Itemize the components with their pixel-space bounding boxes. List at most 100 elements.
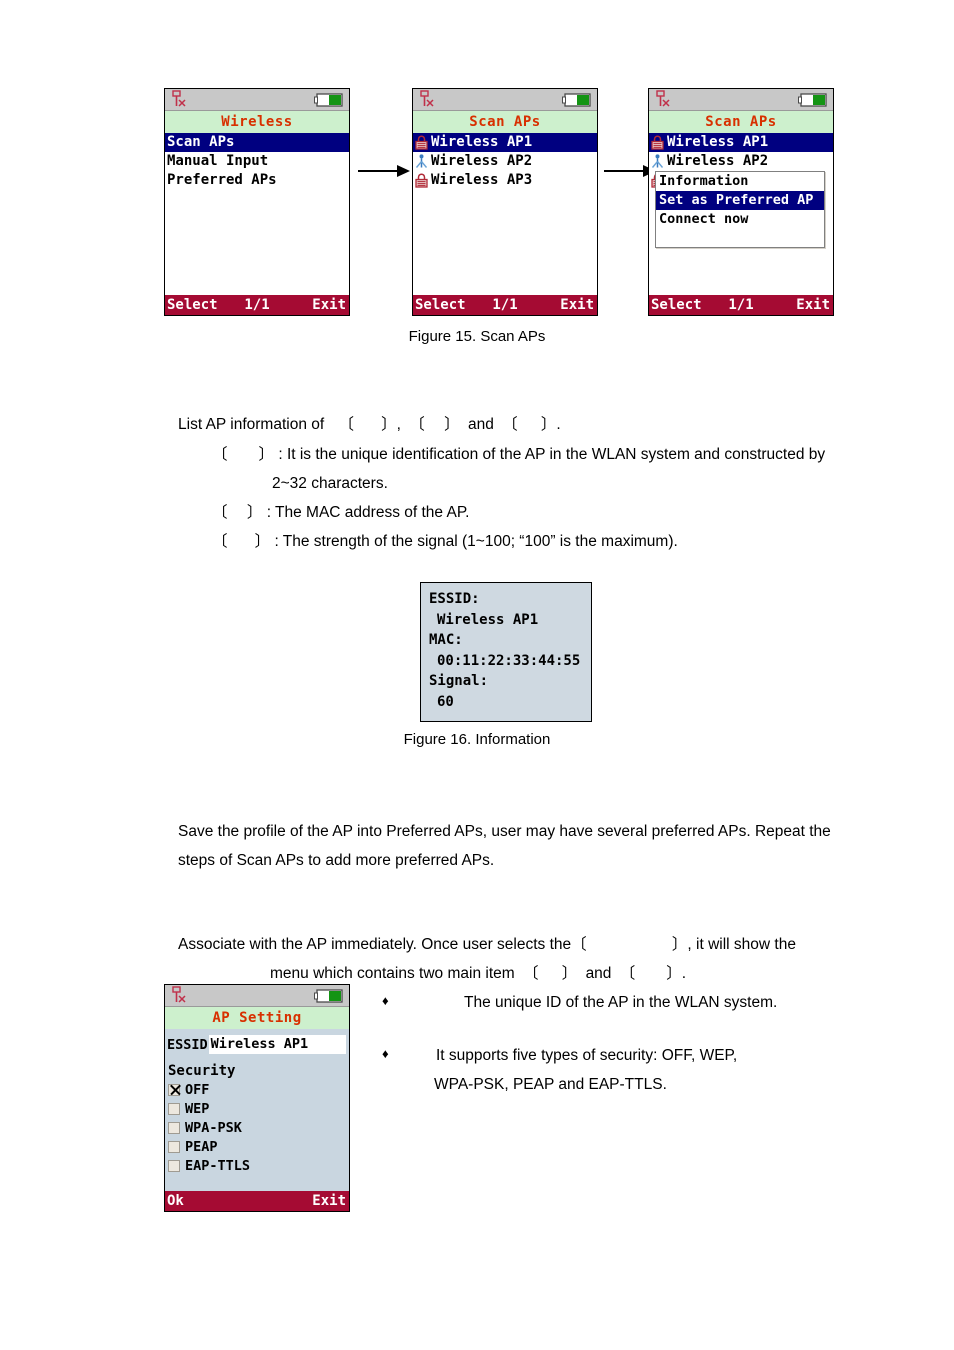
softkey-exit[interactable]: Exit — [560, 295, 594, 315]
menu-item-scan-aps[interactable]: Scan APs — [165, 133, 349, 152]
paragraph-mac-description: 〔 〕 : The MAC address of the AP. — [212, 498, 469, 528]
security-option-wep[interactable]: WEP — [168, 1099, 349, 1118]
flow-arrow-1 — [358, 165, 410, 177]
battery-icon — [798, 93, 827, 107]
paragraph-preferred-line2: steps of Scan APs to add more preferred … — [178, 852, 495, 869]
text-list-ap-b: , — [396, 416, 401, 433]
essid-input[interactable]: Wireless AP1 — [208, 1035, 346, 1054]
device-screen-wireless: Wireless Scan APs Manual Input Preferred… — [164, 88, 350, 316]
checkbox-wpa-psk-icon[interactable] — [168, 1121, 180, 1134]
text-connect-d: and — [585, 965, 612, 982]
checkbox-wep-icon[interactable] — [168, 1102, 180, 1115]
antenna-no-signal-icon — [172, 90, 186, 107]
bullet-text-essid: The unique ID of the AP in the WLAN syst… — [464, 994, 778, 1011]
menu-item-manual-input[interactable]: Manual Input — [165, 152, 349, 171]
context-menu-empty-area — [656, 229, 824, 247]
context-menu: Information Set as Preferred AP Connect … — [655, 171, 825, 248]
context-menu-item-set-as-preferred-ap[interactable]: Set as Preferred AP — [656, 191, 824, 210]
status-bar — [413, 89, 597, 111]
context-menu-item-connect-now[interactable]: Connect now — [656, 210, 824, 229]
screen-title: Scan APs — [649, 111, 833, 133]
softkey-select[interactable]: Select — [651, 295, 702, 315]
paragraph-signal-description: 〔 〕 : The strength of the signal (1~100;… — [212, 527, 678, 557]
essid-row: ESSID Wireless AP1 — [167, 1035, 349, 1054]
ap-list-item-2-label: Wireless AP2 — [431, 153, 533, 169]
softkey-exit[interactable]: Exit — [312, 295, 346, 315]
antenna-no-signal-icon — [172, 986, 186, 1003]
ap-list-item-3[interactable]: Wireless AP3 — [413, 171, 597, 190]
ap-list-item-3-label: Wireless AP3 — [431, 172, 533, 188]
info-signal-value: 60 — [437, 693, 454, 710]
lock-icon — [415, 173, 428, 188]
status-bar — [165, 985, 349, 1007]
information-box: ESSID: Wireless AP1 MAC: 00:11:22:33:44:… — [420, 582, 592, 722]
text-list-ap-a: List AP information of — [178, 416, 325, 433]
ap-list-item-2[interactable]: Wireless AP2 — [649, 152, 833, 171]
status-bar — [165, 89, 349, 111]
paragraph-connect-line1: Associate with the AP immediately. Once … — [178, 930, 796, 960]
softkey-select[interactable]: Select — [415, 295, 466, 315]
security-label: Security — [168, 1063, 236, 1079]
paragraph-essid-description: 〔 〕 : It is the unique identification of… — [212, 440, 825, 470]
info-essid-label: ESSID: — [429, 591, 480, 607]
lock-icon — [415, 135, 428, 150]
paragraph-list-ap-information: List AP information of 〔 〕, 〔 〕 and 〔 〕. — [178, 410, 561, 440]
security-option-peap[interactable]: PEAP — [168, 1137, 349, 1156]
placeholder-essid-3: 〔 〕 — [522, 965, 578, 982]
placeholder-signal-1: 〔 〕 — [502, 416, 557, 433]
checkbox-peap-icon[interactable] — [168, 1140, 180, 1153]
screen-title: AP Setting — [165, 1007, 349, 1029]
text-connect-b: , it will show the — [687, 936, 796, 953]
text-mac-desc: : The MAC address of the AP. — [266, 504, 470, 521]
security-option-eap-ttls[interactable]: EAP-TTLS — [168, 1156, 349, 1175]
ap-list-item-1-label: Wireless AP1 — [667, 133, 773, 152]
ap-list-item-2[interactable]: Wireless AP2 — [413, 152, 597, 171]
bullet-marker-2: ♦ — [382, 1046, 389, 1061]
essid-label: ESSID — [167, 1036, 208, 1053]
security-option-peap-label: PEAP — [185, 1138, 218, 1155]
menu-item-preferred-aps[interactable]: Preferred APs — [165, 171, 349, 190]
battery-icon — [314, 93, 343, 107]
checkbox-off-icon[interactable] — [168, 1083, 180, 1096]
soft-key-bar: Select 1/1 Exit — [165, 295, 349, 315]
antenna-no-signal-icon — [656, 90, 670, 107]
device-screen-scan-aps: Scan APs Wireless AP1 Wireless AP2 Wirel… — [412, 88, 598, 316]
ap-list-item-1-label: Wireless AP1 — [431, 133, 537, 152]
ap-list: Wireless AP1 Wireless AP2 Wireless AP3 — [413, 133, 597, 295]
security-option-wpa-psk[interactable]: WPA-PSK — [168, 1118, 349, 1137]
softkey-exit[interactable]: Exit — [312, 1191, 346, 1211]
softkey-exit[interactable]: Exit — [796, 295, 830, 315]
ap-list: Wireless AP1 Wireless AP2 Wireless AP3 I… — [649, 133, 833, 295]
paragraph-essid-description-cont: 2~32 characters. — [272, 475, 388, 492]
screen-title: Wireless — [165, 111, 349, 133]
security-option-off[interactable]: OFF — [168, 1080, 349, 1099]
ap-setting-form: ESSID Wireless AP1 Security OFF WEP WPA-… — [165, 1029, 349, 1191]
device-screen-scan-aps-menu: Scan APs Wireless AP1 Wireless AP2 Infor… — [648, 88, 834, 316]
ap-list-item-1[interactable]: Wireless AP1 — [413, 133, 597, 152]
ap-list-item-1[interactable]: Wireless AP1 — [649, 133, 833, 152]
open-network-icon — [415, 154, 428, 168]
info-essid-value: Wireless AP1 — [437, 611, 539, 628]
info-mac-value: 00:11:22:33:44:55 — [437, 652, 581, 669]
soft-key-bar: Select 1/1 Exit — [413, 295, 597, 315]
placeholder-essid-1: 〔 〕 — [338, 416, 397, 433]
text-connect-c: menu which contains two main item — [270, 965, 515, 982]
softkey-select[interactable]: Select — [167, 295, 218, 315]
menu-list: Scan APs Manual Input Preferred APs — [165, 133, 349, 295]
bullet-text-security-line2: WPA-PSK, PEAP and EAP-TTLS. — [434, 1076, 667, 1093]
text-list-ap-d: . — [556, 416, 561, 433]
figure-16-caption: Figure 16. Information — [403, 731, 551, 748]
softkey-ok[interactable]: Ok — [167, 1191, 184, 1211]
checkbox-eap-ttls-icon[interactable] — [168, 1159, 180, 1172]
figure-15-caption: Figure 15. Scan APs — [408, 328, 546, 345]
security-option-eap-ttls-label: EAP-TTLS — [185, 1157, 251, 1174]
antenna-no-signal-icon — [420, 90, 434, 107]
context-menu-item-information[interactable]: Information — [656, 172, 824, 191]
soft-key-bar: Select 1/1 Exit — [649, 295, 833, 315]
paragraph-preferred-line1: Save the profile of the AP into Preferre… — [178, 823, 831, 840]
open-network-icon — [651, 154, 664, 168]
screen-title: Scan APs — [413, 111, 597, 133]
text-list-ap-c: and — [467, 416, 494, 433]
placeholder-connect-now: 〔 〕 — [571, 936, 688, 953]
battery-icon — [314, 989, 343, 1003]
